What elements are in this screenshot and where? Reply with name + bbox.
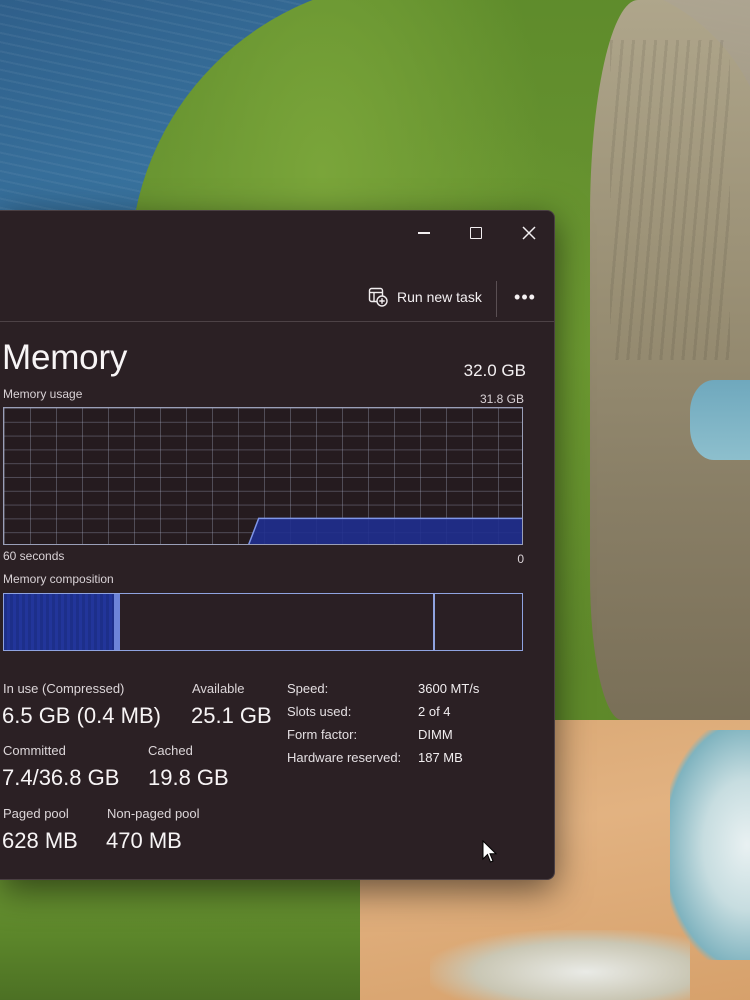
memory-usage-plot	[248, 517, 522, 544]
mouse-cursor-icon	[482, 840, 498, 863]
memory-usage-label: Memory usage	[3, 387, 83, 401]
title-bar[interactable]	[0, 211, 554, 255]
close-icon	[522, 226, 536, 240]
run-task-icon	[368, 287, 388, 307]
slots-used-label: Slots used:	[287, 704, 352, 719]
page-title: Memory	[2, 338, 128, 377]
hardware-reserved-value: 187 MB	[418, 750, 463, 765]
non-paged-pool-value: 470 MB	[106, 828, 182, 853]
committed-value: 7.4/36.8 GB	[2, 765, 120, 790]
paged-pool-label: Paged pool	[3, 806, 69, 821]
wallpaper-rock-texture	[610, 40, 730, 360]
committed-label: Committed	[3, 743, 66, 758]
wallpaper-surf-lower	[430, 930, 690, 1000]
cached-value: 19.8 GB	[148, 765, 229, 790]
in-use-value: 6.5 GB (0.4 MB)	[2, 703, 161, 728]
wallpaper-ocean-glimpse	[690, 380, 750, 460]
available-label: Available	[192, 681, 245, 696]
paged-pool-value: 628 MB	[2, 828, 78, 853]
minimize-icon	[418, 232, 430, 234]
wallpaper-foliage	[0, 870, 360, 1000]
memory-composition-label: Memory composition	[3, 572, 114, 586]
total-memory: 32.0 GB	[463, 361, 526, 380]
more-options-button[interactable]: •••	[510, 288, 540, 309]
minimize-button[interactable]	[406, 219, 442, 247]
form-factor-label: Form factor:	[287, 727, 358, 742]
in-use-label: In use (Compressed)	[3, 681, 125, 696]
memory-usage-max-label: 31.8 GB	[479, 392, 524, 406]
composition-in-use	[4, 594, 119, 650]
toolbar-divider	[496, 281, 497, 317]
run-new-task-label: Run new task	[397, 289, 482, 305]
available-value: 25.1 GB	[191, 703, 272, 728]
wallpaper-surf	[670, 730, 750, 960]
composition-compressed	[113, 594, 121, 650]
graph-time-label: 60 seconds	[3, 549, 65, 563]
composition-standby-divider	[433, 594, 435, 650]
maximize-button[interactable]	[458, 219, 494, 247]
speed-label: Speed:	[287, 681, 329, 696]
memory-composition-bar	[3, 593, 523, 651]
speed-value: 3600 MT/s	[418, 681, 480, 696]
toolbar: Run new task •••	[0, 255, 554, 321]
close-button[interactable]	[511, 219, 547, 247]
memory-usage-area	[248, 518, 522, 544]
form-factor-value: DIMM	[418, 727, 453, 742]
slots-used-value: 2 of 4	[418, 704, 451, 719]
run-new-task-button[interactable]: Run new task	[368, 285, 482, 309]
toolbar-separator	[0, 321, 554, 322]
maximize-icon	[470, 227, 482, 239]
memory-usage-graph	[3, 407, 523, 545]
non-paged-pool-label: Non-paged pool	[107, 806, 200, 821]
cached-label: Cached	[148, 743, 193, 758]
hardware-reserved-label: Hardware reserved:	[287, 750, 402, 765]
graph-min-label: 0	[517, 552, 524, 566]
task-manager-window: Run new task ••• Memory 32.0 GB Memory u…	[0, 210, 555, 880]
